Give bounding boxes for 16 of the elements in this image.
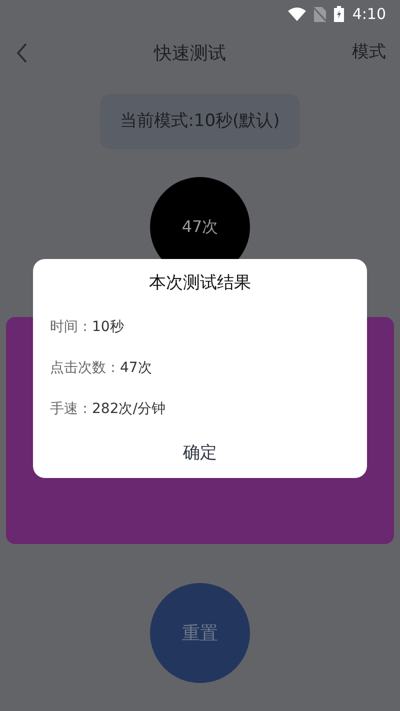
reset-button[interactable]: 重置 <box>150 583 250 683</box>
battery-charging-icon <box>334 6 344 22</box>
result-value: 10秒 <box>92 318 124 336</box>
page-title: 快速测试 <box>154 42 226 66</box>
confirm-button[interactable]: 确定 <box>167 436 233 470</box>
mode-indicator: 当前模式:10秒(默认) <box>100 94 300 149</box>
result-label: 手速： <box>50 400 92 418</box>
result-value: 47次 <box>120 358 152 378</box>
result-value: 282次/分钟 <box>92 400 166 418</box>
result-label: 时间： <box>50 318 92 336</box>
back-button[interactable] <box>16 43 28 63</box>
result-label: 点击次数： <box>50 358 120 378</box>
clock: 4:10 <box>352 4 386 25</box>
wifi-icon <box>288 7 306 21</box>
no-sim-icon <box>314 6 326 22</box>
mode-link[interactable]: 模式 <box>352 40 386 66</box>
